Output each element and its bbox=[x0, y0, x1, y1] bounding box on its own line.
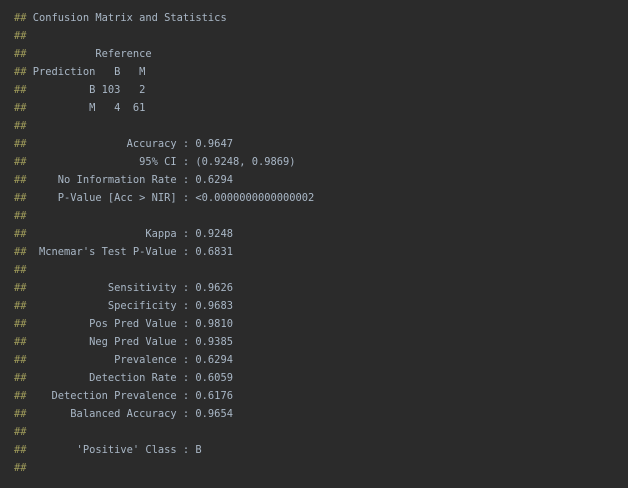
console-line-26: ## bbox=[14, 459, 628, 477]
console-line-2: ## bbox=[14, 27, 628, 45]
comment-prefix: ## bbox=[14, 264, 27, 276]
console-line-10: ## No Information Rate : 0.6294 bbox=[14, 171, 628, 189]
comment-prefix: ## bbox=[14, 228, 27, 240]
output-text: Sensitivity : 0.9626 bbox=[26, 282, 233, 294]
output-text: Detection Rate : 0.6059 bbox=[26, 372, 233, 384]
output-text: 'Positive' Class : B bbox=[26, 444, 202, 456]
comment-prefix: ## bbox=[14, 444, 27, 456]
console-line-16: ## Sensitivity : 0.9626 bbox=[14, 279, 628, 297]
output-text: Confusion Matrix and Statistics bbox=[26, 12, 227, 24]
output-text: No Information Rate : 0.6294 bbox=[26, 174, 233, 186]
console-line-7: ## bbox=[14, 117, 628, 135]
comment-prefix: ## bbox=[14, 84, 27, 96]
comment-prefix: ## bbox=[14, 138, 27, 150]
console-line-1: ## Confusion Matrix and Statistics bbox=[14, 9, 628, 27]
comment-prefix: ## bbox=[14, 354, 27, 366]
comment-prefix: ## bbox=[14, 156, 27, 168]
console-line-19: ## Neg Pred Value : 0.9385 bbox=[14, 333, 628, 351]
comment-prefix: ## bbox=[14, 66, 27, 78]
console-line-4: ## Prediction B M bbox=[14, 63, 628, 81]
console-line-6: ## M 4 61 bbox=[14, 99, 628, 117]
console-line-9: ## 95% CI : (0.9248, 0.9869) bbox=[14, 153, 628, 171]
console-line-14: ## Mcnemar's Test P-Value : 0.6831 bbox=[14, 243, 628, 261]
output-text: P-Value [Acc > NIR] : <0.000000000000000… bbox=[26, 192, 315, 204]
output-text: Neg Pred Value : 0.9385 bbox=[26, 336, 233, 348]
console-line-13: ## Kappa : 0.9248 bbox=[14, 225, 628, 243]
console-line-12: ## bbox=[14, 207, 628, 225]
comment-prefix: ## bbox=[14, 300, 27, 312]
console-line-20: ## Prevalence : 0.6294 bbox=[14, 351, 628, 369]
console-line-15: ## bbox=[14, 261, 628, 279]
console-line-8: ## Accuracy : 0.9647 bbox=[14, 135, 628, 153]
console-line-22: ## Detection Prevalence : 0.6176 bbox=[14, 387, 628, 405]
console-line-3: ## Reference bbox=[14, 45, 628, 63]
console-line-25: ## 'Positive' Class : B bbox=[14, 441, 628, 459]
output-text: M 4 61 bbox=[26, 102, 146, 114]
output-text: Detection Prevalence : 0.6176 bbox=[26, 390, 233, 402]
console-line-5: ## B 103 2 bbox=[14, 81, 628, 99]
r-console-output: ## Confusion Matrix and Statistics ## ##… bbox=[0, 0, 628, 488]
output-text: Prevalence : 0.6294 bbox=[26, 354, 233, 366]
output-text: Reference bbox=[26, 48, 152, 60]
comment-prefix: ## bbox=[14, 192, 27, 204]
comment-prefix: ## bbox=[14, 12, 27, 24]
comment-prefix: ## bbox=[14, 282, 27, 294]
comment-prefix: ## bbox=[14, 408, 27, 420]
comment-prefix: ## bbox=[14, 372, 27, 384]
comment-prefix: ## bbox=[14, 462, 27, 474]
output-text: B 103 2 bbox=[26, 84, 146, 96]
console-line-18: ## Pos Pred Value : 0.9810 bbox=[14, 315, 628, 333]
console-line-17: ## Specificity : 0.9683 bbox=[14, 297, 628, 315]
comment-prefix: ## bbox=[14, 120, 27, 132]
output-text: Pos Pred Value : 0.9810 bbox=[26, 318, 233, 330]
output-text: Prediction B M bbox=[26, 66, 146, 78]
comment-prefix: ## bbox=[14, 390, 27, 402]
comment-prefix: ## bbox=[14, 246, 27, 258]
output-text: Balanced Accuracy : 0.9654 bbox=[26, 408, 233, 420]
console-line-11: ## P-Value [Acc > NIR] : <0.000000000000… bbox=[14, 189, 628, 207]
console-line-24: ## bbox=[14, 423, 628, 441]
output-text: Mcnemar's Test P-Value : 0.6831 bbox=[26, 246, 233, 258]
output-text: Kappa : 0.9248 bbox=[26, 228, 233, 240]
comment-prefix: ## bbox=[14, 210, 27, 222]
comment-prefix: ## bbox=[14, 426, 27, 438]
output-text: 95% CI : (0.9248, 0.9869) bbox=[26, 156, 296, 168]
comment-prefix: ## bbox=[14, 174, 27, 186]
comment-prefix: ## bbox=[14, 102, 27, 114]
console-line-21: ## Detection Rate : 0.6059 bbox=[14, 369, 628, 387]
comment-prefix: ## bbox=[14, 318, 27, 330]
comment-prefix: ## bbox=[14, 30, 27, 42]
comment-prefix: ## bbox=[14, 336, 27, 348]
output-text: Accuracy : 0.9647 bbox=[26, 138, 233, 150]
output-text: Specificity : 0.9683 bbox=[26, 300, 233, 312]
comment-prefix: ## bbox=[14, 48, 27, 60]
console-line-23: ## Balanced Accuracy : 0.9654 bbox=[14, 405, 628, 423]
